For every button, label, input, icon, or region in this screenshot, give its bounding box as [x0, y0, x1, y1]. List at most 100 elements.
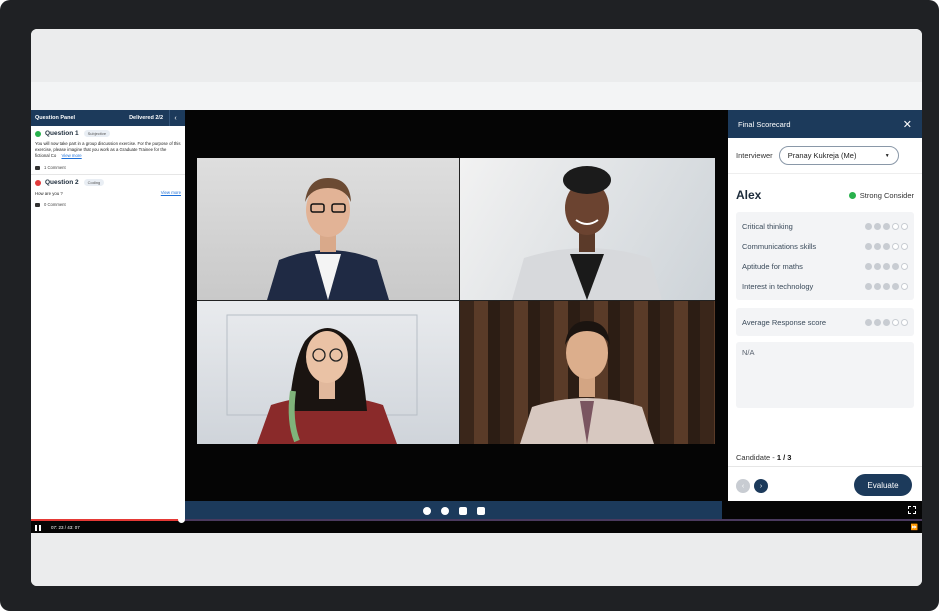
- next-candidate-button[interactable]: ›: [754, 479, 768, 493]
- progress-fill: [31, 519, 181, 521]
- rating-dot[interactable]: [883, 222, 890, 230]
- video-tile-participant-4[interactable]: [460, 301, 715, 444]
- scorecard-header: Final Scorecard ✕: [728, 110, 922, 138]
- playback-bar: 07: 23 / 43: 07 ⏩: [31, 522, 922, 533]
- fullscreen-icon[interactable]: [908, 506, 916, 514]
- rating-dot[interactable]: [901, 222, 908, 230]
- criteria-row: Interest in technology: [742, 276, 908, 296]
- criteria-rating[interactable]: [865, 242, 908, 250]
- browser-toolbar-area: [31, 82, 922, 110]
- close-icon[interactable]: ✕: [903, 118, 912, 131]
- collapse-panel-icon[interactable]: ‹: [169, 110, 181, 126]
- video-tile-participant-2[interactable]: [460, 158, 715, 300]
- question-text: How are you ?: [35, 190, 63, 196]
- average-score-rating: [865, 318, 908, 326]
- status-dot-icon: [35, 130, 41, 137]
- comment-count[interactable]: 1 Comment: [35, 165, 181, 170]
- question-text: You will now take part in a group discus…: [35, 141, 181, 158]
- final-scorecard-panel: Final Scorecard ✕ Interviewer Pranay Kuk…: [728, 110, 922, 501]
- candidate-counter: Candidate - 1 / 3: [736, 453, 791, 462]
- rating-dot[interactable]: [901, 262, 908, 270]
- question-item-1[interactable]: Question 1 Subjective You will now take …: [31, 126, 185, 175]
- previous-candidate-button[interactable]: ‹: [736, 479, 750, 493]
- recommendation-badge: Strong Consider: [848, 190, 914, 200]
- status-dot-icon: [848, 191, 856, 199]
- evaluate-button[interactable]: Evaluate: [854, 474, 912, 496]
- rating-dot[interactable]: [874, 242, 881, 250]
- participant-avatar-icon: [520, 321, 654, 444]
- candidate-name: Alex: [736, 188, 762, 202]
- interviewer-row: Interviewer Pranay Kukreja (Me) ▼: [728, 138, 922, 174]
- candidate-counter-label: Candidate -: [736, 453, 777, 462]
- participant-avatar-icon: [226, 314, 418, 444]
- criteria-label: Interest in technology: [742, 281, 814, 291]
- video-tile-participant-3[interactable]: [197, 301, 459, 444]
- status-dot-icon: [35, 179, 41, 186]
- comment-label: 0 Comment: [44, 202, 66, 207]
- pause-icon[interactable]: [35, 524, 41, 531]
- rating-dot[interactable]: [865, 282, 872, 290]
- participant-avatar-icon: [267, 178, 389, 300]
- screen: Question Panel Delivered 2/2 ‹ Question …: [31, 29, 922, 586]
- rating-dot[interactable]: [892, 282, 899, 290]
- rating-dot: [865, 318, 872, 326]
- view-more-link[interactable]: View more: [161, 190, 181, 195]
- criteria-row: Critical thinking: [742, 216, 908, 236]
- notes-icon[interactable]: [476, 506, 485, 515]
- view-more-link[interactable]: View more: [61, 153, 81, 158]
- rating-dot[interactable]: [865, 262, 872, 270]
- delivered-count: Delivered 2/2: [129, 115, 163, 121]
- candidate-row: Alex Strong Consider: [728, 174, 922, 212]
- rating-dot[interactable]: [874, 262, 881, 270]
- notes-field[interactable]: N/A: [736, 342, 914, 408]
- question-type-badge: Coding: [83, 179, 105, 186]
- rating-dot[interactable]: [901, 242, 908, 250]
- comment-icon: [35, 202, 40, 207]
- criteria-rating[interactable]: [865, 262, 908, 270]
- criteria-label: Communications skills: [742, 241, 817, 251]
- rating-dot: [883, 318, 890, 326]
- question-title: Question 1: [45, 130, 79, 137]
- criteria-row: Aptitude for maths: [742, 256, 908, 276]
- rating-dot[interactable]: [874, 282, 881, 290]
- criteria-rating[interactable]: [865, 222, 908, 230]
- rating-dot: [874, 318, 881, 326]
- recommendation-label: Strong Consider: [859, 190, 914, 200]
- rating-dot[interactable]: [892, 262, 899, 270]
- rating-dot[interactable]: [892, 242, 899, 250]
- rating-dot[interactable]: [901, 282, 908, 290]
- video-control-bar: [185, 501, 722, 520]
- video-tile-participant-1[interactable]: [197, 158, 459, 300]
- candidate-counter-value: 1 / 3: [776, 453, 792, 462]
- comment-icon: [35, 165, 40, 170]
- rating-dot[interactable]: [874, 222, 881, 230]
- question-type-badge: Subjective: [83, 130, 111, 137]
- messages-icon[interactable]: [458, 506, 467, 515]
- average-score-box: Average Response score: [736, 308, 914, 336]
- interviewer-select[interactable]: Pranay Kukreja (Me) ▼: [778, 146, 899, 165]
- criteria-list: Critical thinking Communications skills Ap…: [736, 212, 914, 300]
- device-frame: Question Panel Delivered 2/2 ‹ Question …: [0, 0, 939, 611]
- record-icon[interactable]: [422, 506, 431, 515]
- rating-dot[interactable]: [883, 282, 890, 290]
- chat-icon[interactable]: [440, 506, 449, 515]
- rating-dot[interactable]: [865, 222, 872, 230]
- rating-dot[interactable]: [883, 262, 890, 270]
- criteria-label: Critical thinking: [742, 221, 793, 231]
- criteria-row: Communications skills: [742, 236, 908, 256]
- participant-avatar-icon: [512, 166, 662, 300]
- rating-dot[interactable]: [892, 222, 899, 230]
- divider: [728, 466, 922, 467]
- interviewer-label: Interviewer: [736, 151, 773, 160]
- criteria-rating[interactable]: [865, 282, 908, 290]
- rating-dot: [892, 318, 899, 326]
- question-title: Question 2: [45, 179, 79, 186]
- fast-forward-icon[interactable]: ⏩: [911, 524, 918, 531]
- question-item-2[interactable]: Question 2 Coding How are you ? View mor…: [31, 175, 185, 211]
- rating-dot[interactable]: [883, 242, 890, 250]
- interviewer-value: Pranay Kukreja (Me): [787, 151, 857, 160]
- comment-count[interactable]: 0 Comment: [35, 202, 181, 207]
- browser-top-area: [31, 29, 922, 82]
- playback-time: 07: 23 / 43: 07: [51, 525, 80, 530]
- rating-dot[interactable]: [865, 242, 872, 250]
